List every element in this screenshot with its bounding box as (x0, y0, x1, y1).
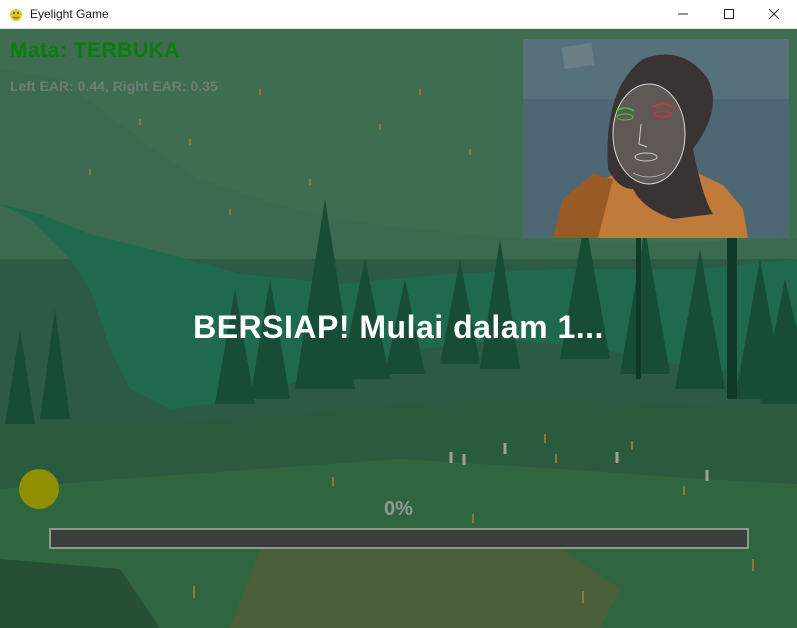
webcam-face-mesh (523, 39, 789, 238)
eye-status-text: Mata: TERBUKA (10, 39, 180, 62)
game-canvas[interactable]: Mata: TERBUKA Left EAR: 0.44, Right EAR:… (0, 29, 797, 628)
app-window: Eyelight Game Mata: TERBUKA Left EAR: 0.… (0, 0, 797, 628)
window-title: Eyelight Game (30, 7, 109, 21)
progress-percent: 0% (384, 498, 413, 520)
ear-readout: Left EAR: 0.44, Right EAR: 0.35 (10, 78, 218, 94)
title-bar[interactable]: Eyelight Game (0, 0, 797, 29)
progress-bar (49, 528, 749, 549)
close-icon (769, 9, 779, 19)
webcam-preview (523, 39, 789, 238)
maximize-icon (724, 9, 734, 19)
close-button[interactable] (751, 0, 797, 28)
minimize-icon (678, 13, 688, 15)
maximize-button[interactable] (706, 0, 752, 28)
countdown-text: BERSIAP! Mulai dalam 1... (193, 309, 604, 345)
minimize-button[interactable] (660, 0, 706, 28)
pygame-snake-icon (10, 9, 22, 21)
